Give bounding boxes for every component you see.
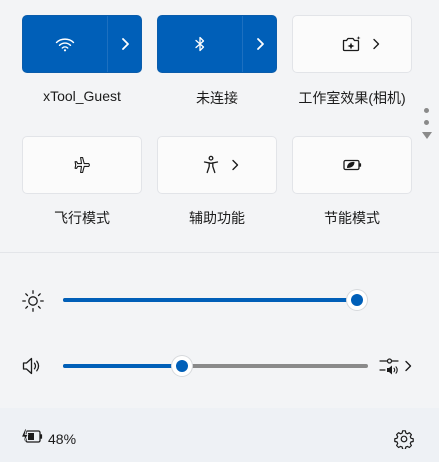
quick-settings-panel: xTool_Guest 未连接 工作室效果(相机) 飞行模式 辅助功能 节能模式 <box>0 0 439 408</box>
wifi-toggle-button[interactable] <box>23 16 107 72</box>
wifi-tile <box>22 15 142 73</box>
chevron-right-icon <box>373 38 380 50</box>
battery-button[interactable]: 48% <box>18 422 84 452</box>
energy-saver-label: 节能模式 <box>324 210 380 226</box>
battery-charging-icon <box>21 428 43 445</box>
wifi-icon <box>55 38 75 52</box>
page-dot-2[interactable] <box>423 120 429 125</box>
chevron-right-icon <box>257 38 264 50</box>
page-scroll-indicator[interactable] <box>422 108 432 139</box>
volume-slider-fill <box>63 364 182 368</box>
mute-button[interactable] <box>19 354 45 378</box>
footer-bar: 48% <box>0 408 439 462</box>
volume-slider-thumb[interactable] <box>171 356 192 376</box>
chevron-right-icon <box>232 159 239 171</box>
scroll-down-arrow-icon[interactable] <box>422 132 432 139</box>
volume-slider[interactable] <box>63 356 368 376</box>
camera-sparkle-icon <box>342 36 361 52</box>
brightness-slider-fill <box>63 298 358 302</box>
accessibility-icon <box>203 155 219 174</box>
speaker-icon <box>22 357 40 375</box>
chevron-right-icon <box>405 360 412 372</box>
brightness-slider-thumb[interactable] <box>347 290 368 310</box>
gear-icon <box>394 430 414 449</box>
studio-effects-label: 工作室效果(相机) <box>298 90 406 106</box>
sun-icon <box>22 290 44 312</box>
accessibility-tile[interactable] <box>157 136 277 194</box>
bluetooth-tile <box>157 15 277 73</box>
energy-saver-tile[interactable] <box>292 136 412 194</box>
brightness-slider[interactable] <box>63 290 368 310</box>
airplane-icon <box>74 156 90 174</box>
chevron-right-icon <box>122 38 129 50</box>
leaf-battery-icon <box>343 159 362 171</box>
audio-output-button[interactable] <box>377 354 417 378</box>
battery-percentage: 48% <box>48 431 77 447</box>
audio-output-icon <box>379 358 399 375</box>
bluetooth-toggle-button[interactable] <box>158 16 242 72</box>
wifi-expand-button[interactable] <box>107 16 143 72</box>
airplane-mode-tile[interactable] <box>22 136 142 194</box>
section-divider <box>0 252 439 253</box>
bluetooth-expand-button[interactable] <box>242 16 278 72</box>
studio-effects-tile[interactable] <box>292 15 412 73</box>
settings-button[interactable] <box>391 426 417 452</box>
bluetooth-icon <box>195 36 205 52</box>
page-dot-1[interactable] <box>423 108 429 113</box>
